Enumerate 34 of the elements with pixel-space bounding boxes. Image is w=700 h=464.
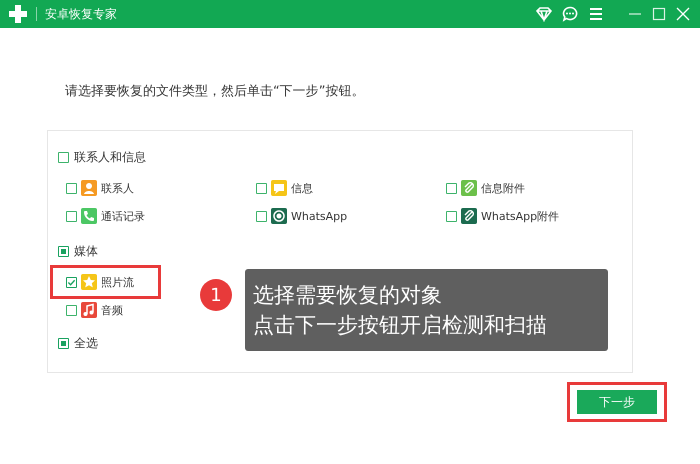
checkbox[interactable] (446, 182, 457, 194)
group-label: 媒体 (74, 242, 98, 260)
file-type-label: WhatsApp (291, 210, 348, 222)
file-type-label: 信息附件 (481, 180, 525, 196)
file-type-label: 通话记录 (101, 208, 145, 224)
next-button[interactable]: 下一步 (577, 390, 657, 414)
maximize-icon[interactable] (652, 7, 666, 21)
tooltip-text: 选择需要恢复的对象 (253, 282, 443, 309)
checkbox[interactable] (58, 152, 69, 162)
step-badge: 1 (200, 279, 232, 311)
checkbox[interactable] (256, 210, 267, 222)
checkbox[interactable] (256, 182, 267, 194)
diamond-icon[interactable] (536, 6, 552, 22)
tooltip-text: 点击下一步按钮开启检测和扫描 (253, 312, 548, 339)
checkbox[interactable] (446, 210, 457, 222)
file-type-label: 照片流 (101, 274, 134, 290)
group-label: 联系人和信息 (74, 148, 146, 166)
file-type-label: 信息 (291, 180, 313, 196)
checkbox[interactable] (58, 338, 69, 348)
checkbox[interactable] (66, 182, 77, 194)
checkbox[interactable] (66, 210, 77, 222)
file-type-label: 联系人 (101, 180, 134, 196)
close-icon[interactable] (676, 7, 690, 21)
window-title: 安卓恢复专家 (45, 6, 117, 22)
select-all-label: 全选 (74, 334, 98, 352)
checkbox[interactable] (66, 304, 77, 316)
plus-logo-icon (8, 4, 28, 24)
file-type-label: WhatsApp附件 (481, 208, 560, 224)
checkbox[interactable] (58, 246, 69, 256)
file-type-label: 音频 (101, 302, 123, 318)
menu-icon[interactable] (588, 6, 604, 22)
checkbox[interactable] (66, 276, 77, 288)
chat-icon[interactable] (562, 6, 578, 22)
instruction-text: 请选择要恢复的文件类型，然后单击“下一步”按钮。 (65, 83, 366, 100)
